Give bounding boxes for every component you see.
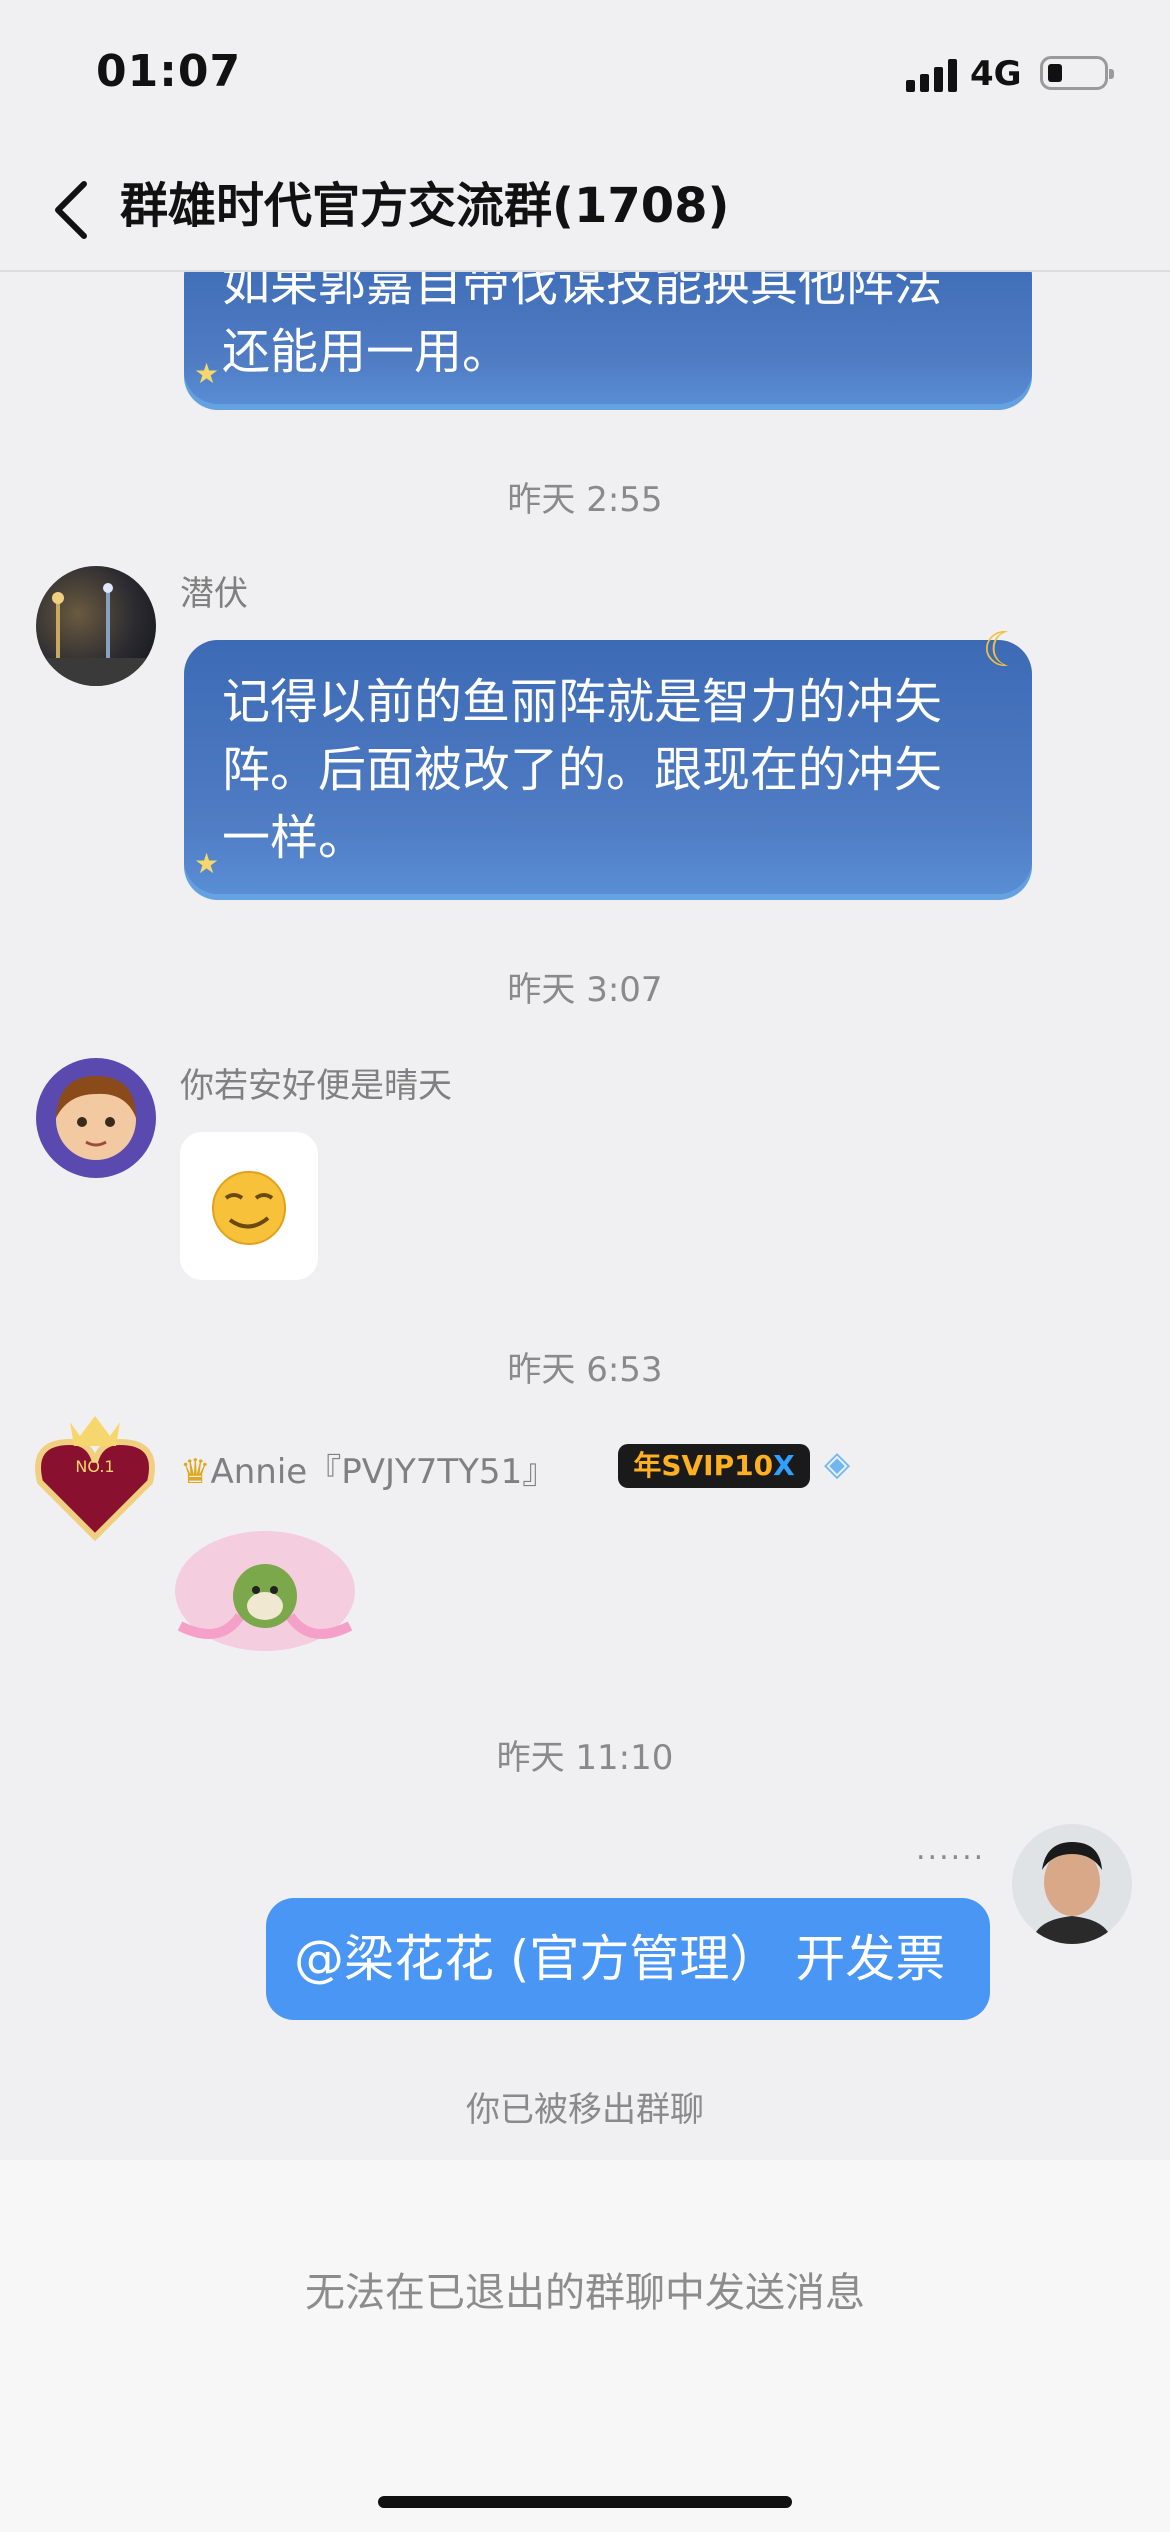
cellular-signal-icon: [906, 58, 958, 92]
avatar[interactable]: [36, 566, 156, 686]
chat-title[interactable]: 群雄时代官方交流群(1708): [120, 174, 729, 238]
message-bubble[interactable]: 如果郭嘉自带伐谋技能换其他阵法 还能用一用。 ★: [184, 272, 1032, 410]
sticker-message[interactable]: [180, 1132, 318, 1280]
message-text-line: 如果郭嘉自带伐谋技能换其他阵法: [222, 272, 943, 312]
self-message-bubble[interactable]: @梁花花 (官方管理） 开发票: [266, 1898, 990, 2020]
status-bar: 01:07 4G: [0, 0, 1170, 150]
chat-header: 群雄时代官方交流群(1708): [0, 150, 1170, 272]
cannot-send-notice: 无法在已退出的群聊中发送消息: [305, 2270, 865, 2316]
back-arrow-icon[interactable]: [44, 178, 108, 242]
avatar[interactable]: [36, 1058, 156, 1178]
self-avatar[interactable]: [1012, 1824, 1132, 1944]
sender-name: 你若安好便是晴天: [180, 1066, 452, 1106]
message-text-line: 一样。: [222, 810, 367, 866]
crown-icon: ♛: [180, 1452, 211, 1492]
sender-name: ♛Annie『PVJY7TY51』: [180, 1452, 557, 1492]
svip-badge: 年SVIP10X: [618, 1444, 810, 1488]
message-bubble[interactable]: 记得以前的鱼丽阵就是智力的冲矢 阵。后面被改了的。跟现在的冲矢 一样。 ★: [184, 640, 1032, 900]
message-status-dots: ......: [916, 1832, 986, 1867]
star-icon: ★: [194, 357, 220, 390]
home-indicator[interactable]: [378, 2496, 792, 2508]
message-text-line: 记得以前的鱼丽阵就是智力的冲矢: [222, 674, 943, 730]
smirk-emoji-icon: [212, 1171, 286, 1245]
message-list[interactable]: 如果郭嘉自带伐谋技能换其他阵法 还能用一用。 ★ 昨天 2:55 潜伏 记得以前…: [0, 272, 1170, 2160]
svg-text:NO.1: NO.1: [75, 1457, 114, 1476]
avatar-frame[interactable]: NO.1: [20, 1402, 170, 1552]
sticker-message[interactable]: [160, 1496, 370, 1686]
sender-name: 潜伏: [180, 574, 248, 614]
level-badge-icon: ◈: [824, 1444, 851, 1484]
input-area-disabled: 无法在已退出的群聊中发送消息: [0, 2160, 1170, 2532]
battery-icon: [1040, 56, 1114, 90]
moon-decoration-icon: ☾: [982, 622, 1026, 678]
network-type: 4G: [970, 54, 1022, 94]
timestamp: 昨天 3:07: [507, 970, 663, 1010]
timestamp: 昨天 11:10: [496, 1738, 674, 1778]
dinosaur-sticker-icon: [175, 1531, 355, 1651]
system-notice: 你已被移出群聊: [466, 2090, 704, 2130]
star-icon: ★: [194, 847, 220, 880]
message-text-line: 阵。后面被改了的。跟现在的冲矢: [222, 742, 943, 798]
message-text-line: 还能用一用。: [222, 324, 511, 380]
clock: 01:07: [96, 46, 242, 97]
timestamp: 昨天 6:53: [507, 1350, 663, 1390]
timestamp: 昨天 2:55: [507, 480, 663, 520]
